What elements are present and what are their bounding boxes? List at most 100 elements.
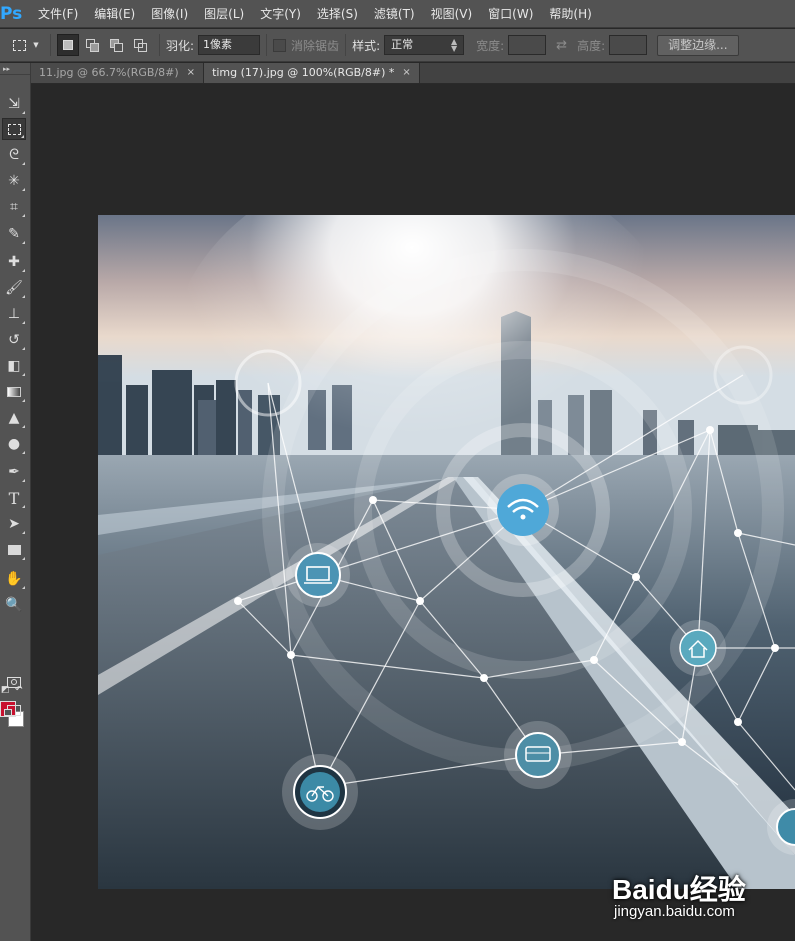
stamp-icon: ⊥ [7, 306, 21, 322]
toolbox-collapse-icon[interactable]: ▸▸ [0, 63, 30, 75]
path-selection-icon: ➤ [8, 516, 20, 532]
refine-edge-button[interactable]: 调整边缘... [657, 34, 739, 56]
lasso-tool[interactable]: ᘓ [2, 144, 26, 166]
baidu-watermark: Baidu经验 jingyan.baidu.com [612, 868, 787, 928]
watermark-brand: Baidu经验 [612, 874, 746, 905]
history-brush-icon: ↺ [8, 332, 20, 348]
brush-tool[interactable]: 🖌 [2, 277, 26, 299]
menu-select[interactable]: 选择(S) [309, 0, 366, 28]
subtract-from-selection-button[interactable] [105, 34, 127, 56]
marquee-icon [7, 123, 21, 135]
new-selection-icon [63, 40, 73, 50]
document-tab[interactable]: 11.jpg @ 66.7%(RGB/8#) × [31, 63, 205, 83]
antialias-checkbox[interactable] [273, 38, 287, 52]
zoom-tool[interactable]: 🔍 [2, 594, 26, 616]
eraser-tool[interactable]: ◧ [2, 355, 26, 377]
divider [159, 34, 160, 56]
marquee-icon [13, 39, 27, 51]
clone-stamp-tool[interactable]: ⊥ [2, 303, 26, 325]
menu-layer[interactable]: 图层(L) [196, 0, 252, 28]
swap-arrows-icon[interactable]: ⇄ [556, 38, 567, 53]
height-label: 高度: [577, 38, 606, 53]
menu-file[interactable]: 文件(F) [30, 0, 86, 28]
menu-edit[interactable]: 编辑(E) [86, 0, 143, 28]
close-icon[interactable]: × [187, 63, 195, 83]
add-selection-icon [85, 38, 99, 52]
quick-mask-button[interactable] [2, 671, 26, 693]
toolbox: ▸▸ ⇲ ᘓ ✳ ⌗ ✎ ✚ 🖌 ⊥ ↺ ◧ ▲ ● ✒ T ➤ ✋ 🔍 ◩ ↶ [0, 63, 31, 941]
document-tab-bar: 11.jpg @ 66.7%(RGB/8#) × timg (17).jpg @… [31, 63, 795, 84]
menu-image[interactable]: 图像(I) [143, 0, 196, 28]
photoshop-logo: Ps [0, 3, 23, 24]
document-tab-active[interactable]: timg (17).jpg @ 100%(RGB/8#) * × [204, 63, 420, 83]
document-canvas[interactable] [98, 215, 795, 889]
crop-tool[interactable]: ⌗ [2, 196, 26, 218]
bandage-icon: ✚ [8, 254, 20, 270]
close-icon[interactable]: × [402, 63, 410, 83]
screen-mode-button[interactable] [2, 699, 26, 721]
dodge-tool[interactable]: ● [2, 433, 26, 455]
city-network-image [98, 215, 795, 889]
zoom-icon: 🔍 [5, 597, 23, 613]
chevron-down-icon: ▼ [33, 41, 39, 49]
menu-help[interactable]: 帮助(H) [541, 0, 599, 28]
menu-bar: Ps 文件(F) 编辑(E) 图像(I) 图层(L) 文字(Y) 选择(S) 滤… [0, 0, 795, 28]
rectangle-shape-icon [7, 545, 21, 555]
blur-drop-icon: ▲ [8, 410, 20, 426]
dodge-icon: ● [7, 436, 21, 452]
eyedropper-tool[interactable]: ✎ [2, 223, 26, 245]
watermark-url: jingyan.baidu.com [614, 903, 735, 920]
menu-view[interactable]: 视图(V) [423, 0, 481, 28]
feather-label: 羽化: [166, 38, 195, 53]
pen-tool[interactable]: ✒ [2, 461, 26, 483]
add-to-selection-button[interactable] [81, 34, 103, 56]
tool-preset-picker[interactable]: ▼ [8, 34, 44, 56]
history-brush-tool[interactable]: ↺ [2, 329, 26, 351]
stepper-arrows-icon: ▲ ▼ [450, 37, 458, 53]
new-selection-button[interactable] [57, 34, 79, 56]
menu-window[interactable]: 窗口(W) [480, 0, 541, 28]
divider [50, 34, 51, 56]
path-selection-tool[interactable]: ➤ [2, 513, 26, 535]
style-select[interactable]: 正常 ▲ ▼ [384, 35, 465, 55]
width-label: 宽度: [476, 38, 505, 53]
rectangular-marquee-tool[interactable] [2, 118, 26, 140]
style-label: 样式: [352, 38, 381, 53]
eraser-icon: ◧ [7, 358, 21, 374]
divider [345, 34, 347, 56]
menu-type[interactable]: 文字(Y) [252, 0, 309, 28]
style-select-value: 正常 [391, 38, 414, 51]
move-tool[interactable]: ⇲ [2, 93, 26, 115]
antialias-label: 消除锯齿 [291, 38, 340, 53]
intersect-selection-button[interactable] [129, 34, 151, 56]
divider [266, 34, 268, 56]
tab-title: 11.jpg @ 66.7%(RGB/8#) [39, 66, 179, 79]
options-bar: ▼ 羽化: 1像素 消除锯齿 样式: 正常 ▲ ▼ 宽度: ⇄ 高度: 调整边缘.… [0, 29, 795, 62]
type-icon: T [8, 488, 20, 508]
hand-icon: ✋ [5, 571, 23, 587]
screen-mode-icon [4, 704, 21, 716]
subtract-selection-icon [109, 38, 123, 52]
move-icon: ⇲ [8, 96, 20, 112]
quick-mask-icon [7, 676, 21, 688]
gradient-tool[interactable] [2, 381, 26, 403]
magic-wand-tool[interactable]: ✳ [2, 170, 26, 192]
healing-brush-tool[interactable]: ✚ [2, 251, 26, 273]
menu-filter[interactable]: 滤镜(T) [366, 0, 423, 28]
magic-wand-icon: ✳ [8, 173, 20, 189]
height-input[interactable] [609, 35, 648, 55]
pen-icon: ✒ [8, 464, 20, 480]
eyedropper-icon: ✎ [8, 226, 20, 242]
gradient-icon [7, 387, 21, 397]
blur-tool[interactable]: ▲ [2, 407, 26, 429]
width-input[interactable] [508, 35, 547, 55]
lasso-icon: ᘓ [9, 147, 19, 163]
tab-title: timg (17).jpg @ 100%(RGB/8#) * [212, 66, 395, 79]
feather-input[interactable]: 1像素 [198, 35, 261, 55]
hand-tool[interactable]: ✋ [2, 568, 26, 590]
brush-icon: 🖌 [5, 280, 23, 296]
intersect-selection-icon [133, 38, 147, 52]
rectangle-tool[interactable] [2, 539, 26, 561]
type-tool[interactable]: T [2, 487, 26, 509]
crop-icon: ⌗ [10, 199, 18, 215]
